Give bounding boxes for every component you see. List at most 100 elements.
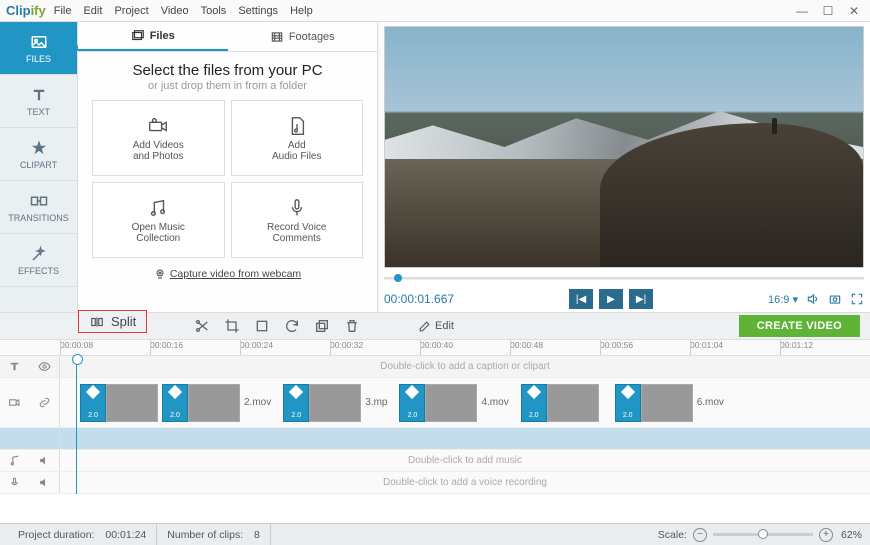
aspect-dropdown[interactable]: 16:9 ▾ — [768, 293, 798, 306]
link-icon[interactable] — [38, 396, 51, 409]
mute-voice-icon[interactable] — [38, 476, 51, 489]
undo-icon[interactable] — [254, 318, 270, 334]
capture-webcam-link[interactable]: Capture video from webcam — [154, 268, 301, 280]
star-icon — [30, 139, 48, 157]
menu-file[interactable]: File — [54, 5, 72, 17]
sidebar-label-effects: EFFECTS — [18, 266, 59, 276]
text-track-icon — [8, 360, 21, 373]
music-icon — [147, 197, 169, 219]
zoom-out-button[interactable]: − — [693, 528, 707, 542]
edit-button[interactable]: Edit — [418, 320, 454, 333]
panel-heading: Select the files from your PC — [132, 62, 322, 79]
sidebar-item-clipart[interactable]: CLIPART — [0, 128, 77, 181]
images-icon — [131, 29, 145, 43]
cut-icon[interactable] — [194, 318, 210, 334]
minimize-icon[interactable]: — — [792, 4, 812, 18]
music-collection-button[interactable]: Open MusicCollection — [92, 182, 225, 258]
panel-subheading: or just drop them in from a folder — [148, 80, 307, 92]
video-track[interactable]: 2.0 2.02.mov 2.03.mp 2.04.mov 2.0 2.06.m… — [0, 378, 870, 428]
wand-icon — [30, 245, 48, 263]
speaker-icon[interactable] — [806, 292, 820, 306]
sidebar-item-text[interactable]: TEXT — [0, 75, 77, 128]
sidebar-label-clipart: CLIPART — [20, 160, 57, 170]
menu-edit[interactable]: Edit — [83, 5, 102, 17]
clip-6[interactable]: 2.0 — [615, 384, 693, 422]
close-icon[interactable]: ✕ — [844, 4, 864, 18]
project-duration: Project duration: 00:01:24 — [8, 524, 157, 545]
play-button[interactable]: ▶ — [599, 289, 623, 309]
zoom-slider[interactable] — [713, 533, 813, 536]
sidebar-label-files: FILES — [26, 54, 51, 64]
clip-4[interactable]: 2.0 — [399, 384, 477, 422]
sidebar: FILES TEXT CLIPART TRANSITIONS EFFECTS — [0, 22, 78, 312]
music-track[interactable]: Double-click to add music — [0, 450, 870, 472]
next-button[interactable]: ▶| — [629, 289, 653, 309]
transitions-icon — [30, 192, 48, 210]
add-videos-button[interactable]: Add Videosand Photos — [92, 100, 225, 176]
scale-label: Scale: — [658, 529, 687, 541]
visibility-icon[interactable] — [38, 360, 51, 373]
caption-track[interactable]: Double-click to add a caption or clipart — [0, 356, 870, 378]
playhead[interactable] — [76, 356, 77, 494]
video-track-icon — [8, 396, 21, 409]
files-panel: Files Footages Select the files from you… — [78, 22, 378, 312]
timecode: 00:00:01.667 — [384, 292, 454, 306]
fullscreen-icon[interactable] — [850, 292, 864, 306]
tab-footages[interactable]: Footages — [228, 22, 378, 51]
voice-track[interactable]: Double-click to add a voice recording — [0, 472, 870, 494]
menu-help[interactable]: Help — [290, 5, 313, 17]
music-placeholder: Double-click to add music — [60, 455, 870, 466]
camera-icon — [147, 115, 169, 137]
menu-tools[interactable]: Tools — [201, 5, 227, 17]
title-bar: Clipify File Edit Project Video Tools Se… — [0, 0, 870, 22]
mute-icon[interactable] — [38, 454, 51, 467]
create-video-button[interactable]: CREATE VIDEO — [739, 315, 860, 337]
seek-bar[interactable] — [384, 270, 864, 286]
microphone-icon — [286, 197, 308, 219]
crop-icon[interactable] — [224, 318, 240, 334]
app-logo: Clipify — [6, 3, 46, 18]
menu-video[interactable]: Video — [161, 5, 189, 17]
image-icon — [30, 33, 48, 51]
prev-button[interactable]: |◀ — [569, 289, 593, 309]
audio-file-icon — [286, 115, 308, 137]
film-icon — [270, 30, 284, 44]
sidebar-item-files[interactable]: FILES — [0, 22, 77, 75]
menu-settings[interactable]: Settings — [238, 5, 278, 17]
mic-track-icon — [8, 476, 21, 489]
webcam-icon — [154, 268, 166, 280]
zoom-in-button[interactable]: + — [819, 528, 833, 542]
sidebar-label-transitions: TRANSITIONS — [8, 213, 69, 223]
clip-count: Number of clips: 8 — [157, 524, 271, 545]
clip-1[interactable]: 2.0 — [80, 384, 158, 422]
clip-2[interactable]: 2.0 — [162, 384, 240, 422]
clip-5[interactable]: 2.0 — [521, 384, 599, 422]
maximize-icon[interactable]: ☐ — [818, 4, 838, 18]
sidebar-item-transitions[interactable]: TRANSITIONS — [0, 181, 77, 234]
clip-audio-track[interactable] — [0, 428, 870, 450]
delete-icon[interactable] — [344, 318, 360, 334]
music-track-icon — [8, 454, 21, 467]
zoom-value: 62% — [841, 529, 862, 541]
rotate-icon[interactable] — [284, 318, 300, 334]
voice-placeholder: Double-click to add a voice recording — [60, 477, 870, 488]
timeline-toolbar: Split Edit CREATE VIDEO — [0, 312, 870, 340]
timeline: Double-click to add a caption or clipart… — [0, 356, 870, 494]
tab-files[interactable]: Files — [78, 22, 228, 51]
menu-project[interactable]: Project — [114, 5, 148, 17]
add-audio-button[interactable]: AddAudio Files — [231, 100, 364, 176]
split-icon — [89, 315, 105, 329]
duplicate-icon[interactable] — [314, 318, 330, 334]
snapshot-icon[interactable] — [828, 292, 842, 306]
clip-3[interactable]: 2.0 — [283, 384, 361, 422]
caption-placeholder: Double-click to add a caption or clipart — [60, 361, 870, 372]
sidebar-item-effects[interactable]: EFFECTS — [0, 234, 77, 287]
menu-bar: File Edit Project Video Tools Settings H… — [54, 5, 313, 17]
record-voice-button[interactable]: Record VoiceComments — [231, 182, 364, 258]
sidebar-label-text: TEXT — [27, 107, 50, 117]
timeline-ruler[interactable]: 00:00:0800:00:1600:00:2400:00:3200:00:40… — [0, 340, 870, 356]
video-preview[interactable] — [384, 26, 864, 268]
seek-knob[interactable] — [394, 274, 402, 282]
split-button[interactable]: Split — [78, 310, 147, 333]
preview-pane: 00:00:01.667 |◀ ▶ ▶| 16:9 ▾ — [378, 22, 870, 312]
